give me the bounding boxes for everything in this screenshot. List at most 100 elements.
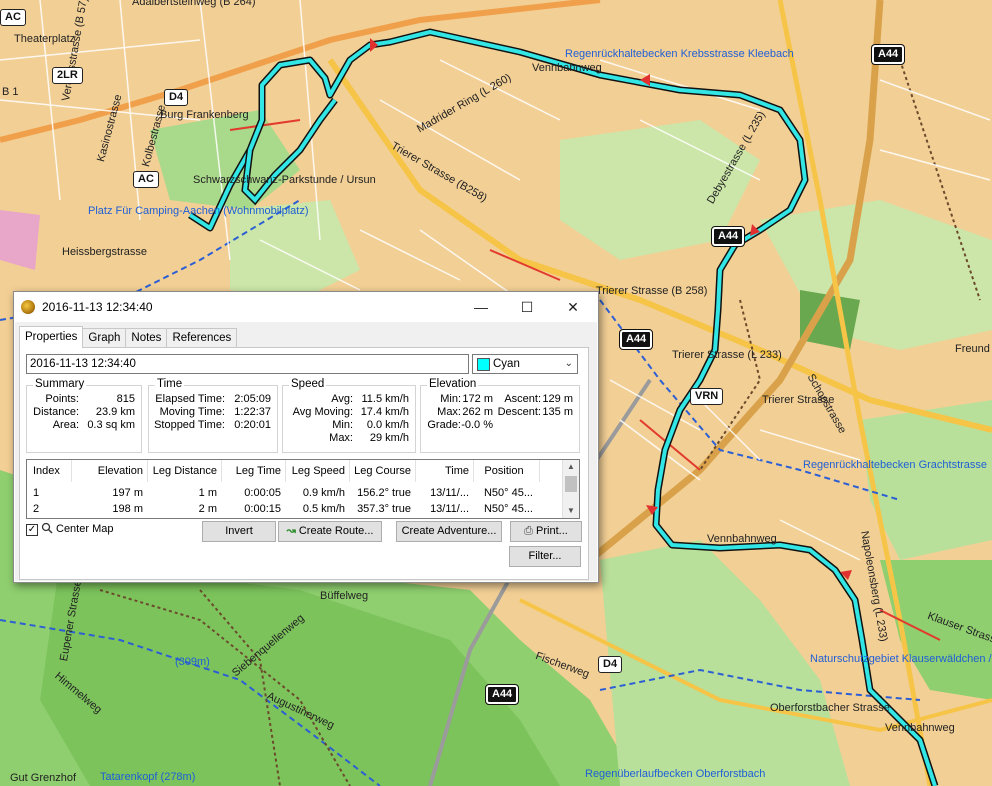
map-label: Vennbahnweg	[532, 62, 602, 74]
map-label: Vennbahnweg	[707, 533, 777, 545]
table-cell: 1 m	[198, 487, 217, 499]
vertical-scrollbar[interactable]: ▲ ▼	[562, 460, 579, 518]
map-label: Regenüberlaufbecken Oberforstbach	[585, 768, 766, 780]
map-label: Adalbertsteinweg (B 264)	[132, 0, 256, 8]
descent-label: Descent:	[497, 406, 541, 418]
dialog-body: Properties Graph Notes References 2016-1…	[15, 322, 597, 581]
column-header[interactable]: Leg Distance	[147, 460, 222, 482]
avg-speed-label: Avg:	[331, 393, 353, 405]
map-label: Regenrückhaltebecken Krebsstrasse Kleeba…	[565, 48, 794, 60]
elapsed-time-label: Elapsed Time:	[155, 393, 225, 405]
map-label: Vennbahnweg	[885, 722, 955, 734]
track-name-input[interactable]: 2016-11-13 12:34:40	[26, 354, 469, 374]
tab-graph[interactable]: Graph	[82, 328, 127, 347]
tab-properties[interactable]: Properties	[19, 326, 84, 348]
ascent-value: 129 m	[542, 393, 573, 405]
map-label: Schwarzschwanz-Parkstunde / Ursun	[193, 174, 376, 186]
center-map-checkbox[interactable]: ✓	[26, 524, 38, 536]
table-cell: 197 m	[112, 487, 143, 499]
distance-label: Distance:	[33, 406, 79, 418]
map-label: B 1	[2, 86, 19, 98]
table-cell: 13/11/...	[430, 503, 469, 515]
table-cell: 13/11/...	[430, 487, 469, 499]
avg-moving-value: 17.4 km/h	[360, 406, 409, 418]
elapsed-time-value: 2:05:09	[234, 393, 271, 405]
table-cell: 0:00:15	[244, 503, 281, 515]
tab-notes[interactable]: Notes	[125, 328, 168, 347]
map-label: Naturschutzgebiet Klauserwäldchen / Freu…	[810, 653, 992, 665]
table-row[interactable]: 1 197 m 1 m 0:00:05 0.9 km/h 156.2° true…	[27, 485, 563, 501]
table-row[interactable]: 2 198 m 2 m 0:00:15 0.5 km/h 357.3° true…	[27, 501, 563, 517]
road-shield: A44	[618, 329, 654, 350]
road-shield: 2LR	[52, 67, 83, 84]
road-shield: VRN	[690, 388, 724, 405]
scroll-up-icon[interactable]: ▲	[563, 460, 579, 474]
map-label: Regenrückhaltebecken Grachtstrasse	[803, 459, 988, 471]
track-properties-dialog: 2016-11-13 12:34:40 — ☐ ✕ Properties Gra…	[13, 291, 599, 583]
tab-references[interactable]: References	[166, 328, 238, 347]
map-label: Heissbergstrasse	[62, 246, 147, 258]
properties-panel: 2016-11-13 12:34:40 Cyan ⌄ Summary Point…	[19, 347, 589, 580]
max-speed-value: 29 km/h	[369, 432, 409, 444]
column-header[interactable]: Elevation	[71, 460, 148, 482]
min-elevation-value: 172 m	[462, 393, 493, 405]
road-shield: AC	[133, 171, 159, 188]
elevation-group: Elevation Min: 172 m Max: 262 m Grade: -…	[420, 378, 580, 453]
road-shield: AC	[0, 9, 26, 26]
invert-button[interactable]: Invert	[202, 521, 276, 542]
map-label: Platz Für Camping-Aachen (Wohnmobilplatz…	[88, 205, 309, 217]
filter-button[interactable]: Filter...	[509, 546, 581, 567]
column-header[interactable]: Time	[415, 460, 474, 482]
descent-value: 135 m	[542, 406, 573, 418]
close-button[interactable]: ✕	[550, 292, 596, 322]
map-label: Theaterplatz	[14, 33, 76, 45]
column-header[interactable]: Leg Course	[349, 460, 416, 482]
print-label: Print...	[536, 525, 568, 537]
table-cell: 2 m	[198, 503, 217, 515]
grade-value: -0.0 %	[461, 419, 493, 431]
table-cell: 0.5 km/h	[302, 503, 345, 515]
road-shield: A44	[710, 226, 746, 247]
color-select[interactable]: Cyan ⌄	[472, 354, 578, 374]
window-title: 2016-11-13 12:34:40	[42, 300, 153, 314]
max-elevation-value: 262 m	[462, 406, 493, 418]
table-cell: 2	[33, 503, 40, 515]
color-select-value: Cyan	[493, 358, 520, 370]
summary-group: Summary Points: 815 Distance: 23.9 km Ar…	[26, 378, 142, 453]
map-label: Gut Grenzhof	[10, 772, 77, 784]
map-label: Trierer Strasse (L 233)	[672, 349, 782, 361]
column-header[interactable]: Leg Speed	[285, 460, 350, 482]
road-shield: D4	[164, 89, 189, 106]
min-speed-value: 0.0 km/h	[366, 419, 409, 431]
trackpoints-table[interactable]: Index Elevation Leg Distance Leg Time Le…	[26, 459, 580, 519]
avg-moving-label: Avg Moving:	[292, 406, 353, 418]
group-title: Speed	[289, 378, 327, 390]
ascent-label: Ascent:	[504, 393, 541, 405]
create-route-label: Create Route...	[298, 525, 374, 537]
title-bar[interactable]: 2016-11-13 12:34:40 — ☐ ✕	[14, 292, 598, 322]
column-header[interactable]: Leg Time	[221, 460, 286, 482]
table-cell: N50° 45...	[483, 487, 533, 499]
map-label: Trierer Strasse (B 258)	[596, 285, 708, 297]
minimize-button[interactable]: —	[458, 292, 504, 322]
column-header[interactable]: Index	[27, 460, 72, 482]
table-cell: 198 m	[112, 503, 143, 515]
create-adventure-button[interactable]: Create Adventure...	[396, 521, 502, 542]
map-label: Oberforstbacher Strasse	[770, 702, 890, 714]
scroll-thumb[interactable]	[565, 476, 577, 492]
chevron-down-icon: ⌄	[564, 358, 573, 369]
moving-time-value: 1:22:37	[234, 406, 271, 418]
table-cell: N50° 45...	[483, 503, 533, 515]
table-cell: 0:00:05	[244, 487, 281, 499]
max-speed-label: Max:	[329, 432, 353, 444]
table-cell: 1	[33, 487, 40, 499]
column-header[interactable]: Position	[473, 460, 540, 482]
road-shield: A44	[484, 684, 520, 705]
map-label: Tatarenkopf (278m)	[100, 771, 196, 783]
points-label: Points:	[45, 393, 79, 405]
maximize-button[interactable]: ☐	[504, 292, 550, 322]
create-route-button[interactable]: ↝ Create Route...	[278, 521, 382, 542]
scroll-down-icon[interactable]: ▼	[563, 504, 579, 518]
print-button[interactable]: ⎙ Print...	[510, 521, 582, 542]
table-cell: 357.3° true	[357, 503, 411, 515]
